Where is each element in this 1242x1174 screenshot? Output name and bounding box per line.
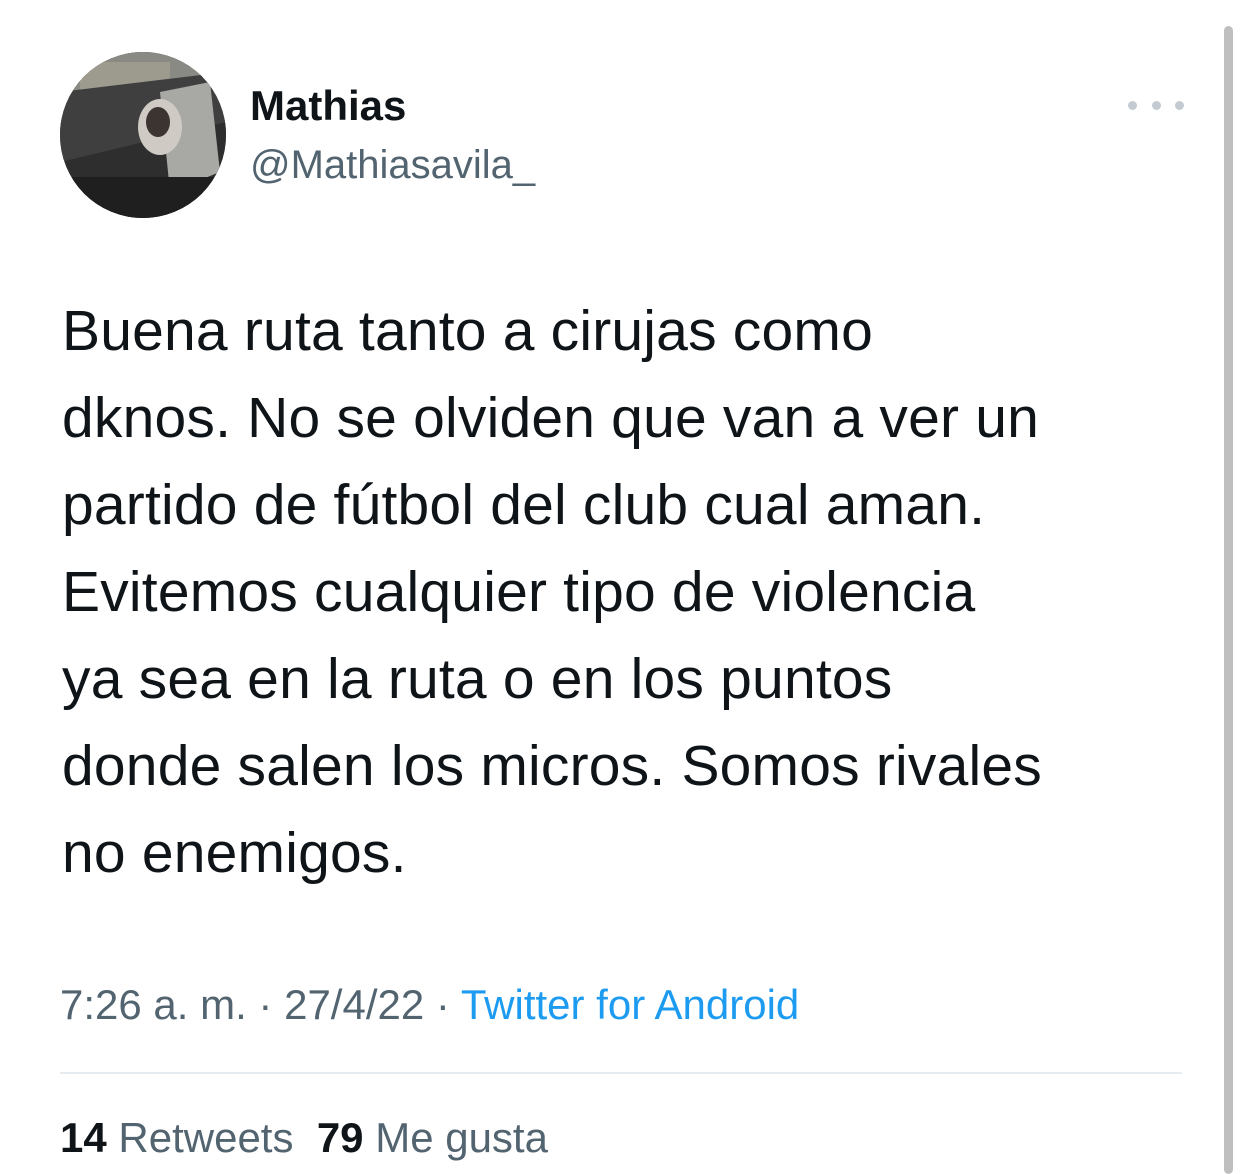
likes-count: 79 <box>316 1114 364 1161</box>
tweet-text-line: no enemigos. <box>62 821 407 885</box>
user-handle[interactable]: @Mathiasavila_ <box>250 140 535 190</box>
display-name[interactable]: Mathias <box>250 80 406 132</box>
tweet-text-line: Evitemos cualquier tipo de violencia <box>62 560 976 624</box>
tweet-meta: 7:26 a. m. · 27/4/22 · Twitter for Andro… <box>60 975 799 1035</box>
tweet-text-line: donde salen los micros. Somos rivales <box>62 734 1042 798</box>
tweet-card: Mathias @Mathiasavila_ Buena ruta tanto … <box>0 0 1242 1174</box>
meta-separator: · <box>246 981 285 1028</box>
tweet-text: Buena ruta tanto a cirujas como dknos. N… <box>62 288 1202 897</box>
tweet-date[interactable]: 27/4/22 <box>284 981 424 1028</box>
tweet-text-line: partido de fútbol del club cual aman. <box>62 473 986 537</box>
tweet-text-line: ya sea en la ruta o en los puntos <box>62 647 893 711</box>
retweets-label: Retweets <box>118 1114 294 1161</box>
avatar[interactable] <box>60 52 226 218</box>
retweets-stat[interactable]: 14 Retweets <box>60 1114 293 1161</box>
dot <box>1128 100 1137 110</box>
likes-stat[interactable]: 79 Me gusta <box>317 1114 548 1161</box>
tweet-source-link[interactable]: Twitter for Android <box>461 981 799 1028</box>
tweet-text-line: Buena ruta tanto a cirujas como <box>62 299 873 363</box>
meta-separator: · <box>424 981 461 1028</box>
avatar-image <box>60 52 226 218</box>
tweet-stats: 14 Retweets 79 Me gusta <box>60 1108 548 1168</box>
likes-label: Me gusta <box>375 1114 548 1161</box>
dot <box>1151 100 1161 110</box>
divider <box>60 1072 1182 1074</box>
tweet-time[interactable]: 7:26 a. m. <box>60 981 247 1028</box>
retweets-count: 14 <box>60 1114 107 1161</box>
scrollbar[interactable] <box>1224 26 1233 1174</box>
dot <box>1175 100 1184 110</box>
more-options-icon[interactable] <box>1128 88 1184 122</box>
tweet-text-line: dknos. No se olviden que van a ver un <box>62 386 1040 450</box>
